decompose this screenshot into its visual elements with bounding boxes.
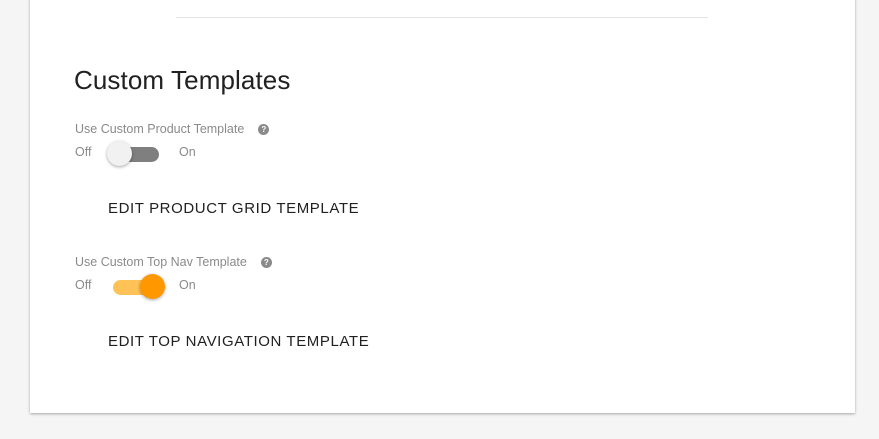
toggle-off-label: Off — [75, 145, 92, 159]
toggle-on-label: On — [179, 278, 196, 292]
top-nav-template-setting-label: Use Custom Top Nav Template ? — [75, 255, 272, 269]
toggle-on-label: On — [179, 145, 196, 159]
top-nav-template-toggle[interactable] — [107, 274, 165, 300]
question-circle-icon[interactable]: ? — [260, 256, 272, 268]
top-nav-template-label: Use Custom Top Nav Template — [75, 255, 247, 269]
edit-top-navigation-template-button[interactable]: EDIT TOP NAVIGATION TEMPLATE — [100, 327, 377, 356]
toggle-thumb[interactable] — [140, 274, 165, 299]
top-nav-template-toggle-row: Off On — [75, 274, 275, 300]
settings-card: Custom Templates Use Custom Product Temp… — [30, 0, 855, 413]
section-title: Custom Templates — [74, 65, 291, 95]
question-circle-icon[interactable]: ? — [258, 123, 270, 135]
product-template-label: Use Custom Product Template — [75, 122, 245, 136]
edit-product-grid-template-button[interactable]: EDIT PRODUCT GRID TEMPLATE — [100, 194, 367, 223]
section-divider — [176, 17, 708, 18]
toggle-off-label: Off — [75, 278, 92, 292]
product-template-toggle-row: Off On — [75, 141, 275, 167]
product-template-setting-label: Use Custom Product Template ? — [75, 122, 270, 136]
toggle-thumb[interactable] — [107, 141, 132, 166]
product-template-toggle[interactable] — [107, 141, 165, 167]
